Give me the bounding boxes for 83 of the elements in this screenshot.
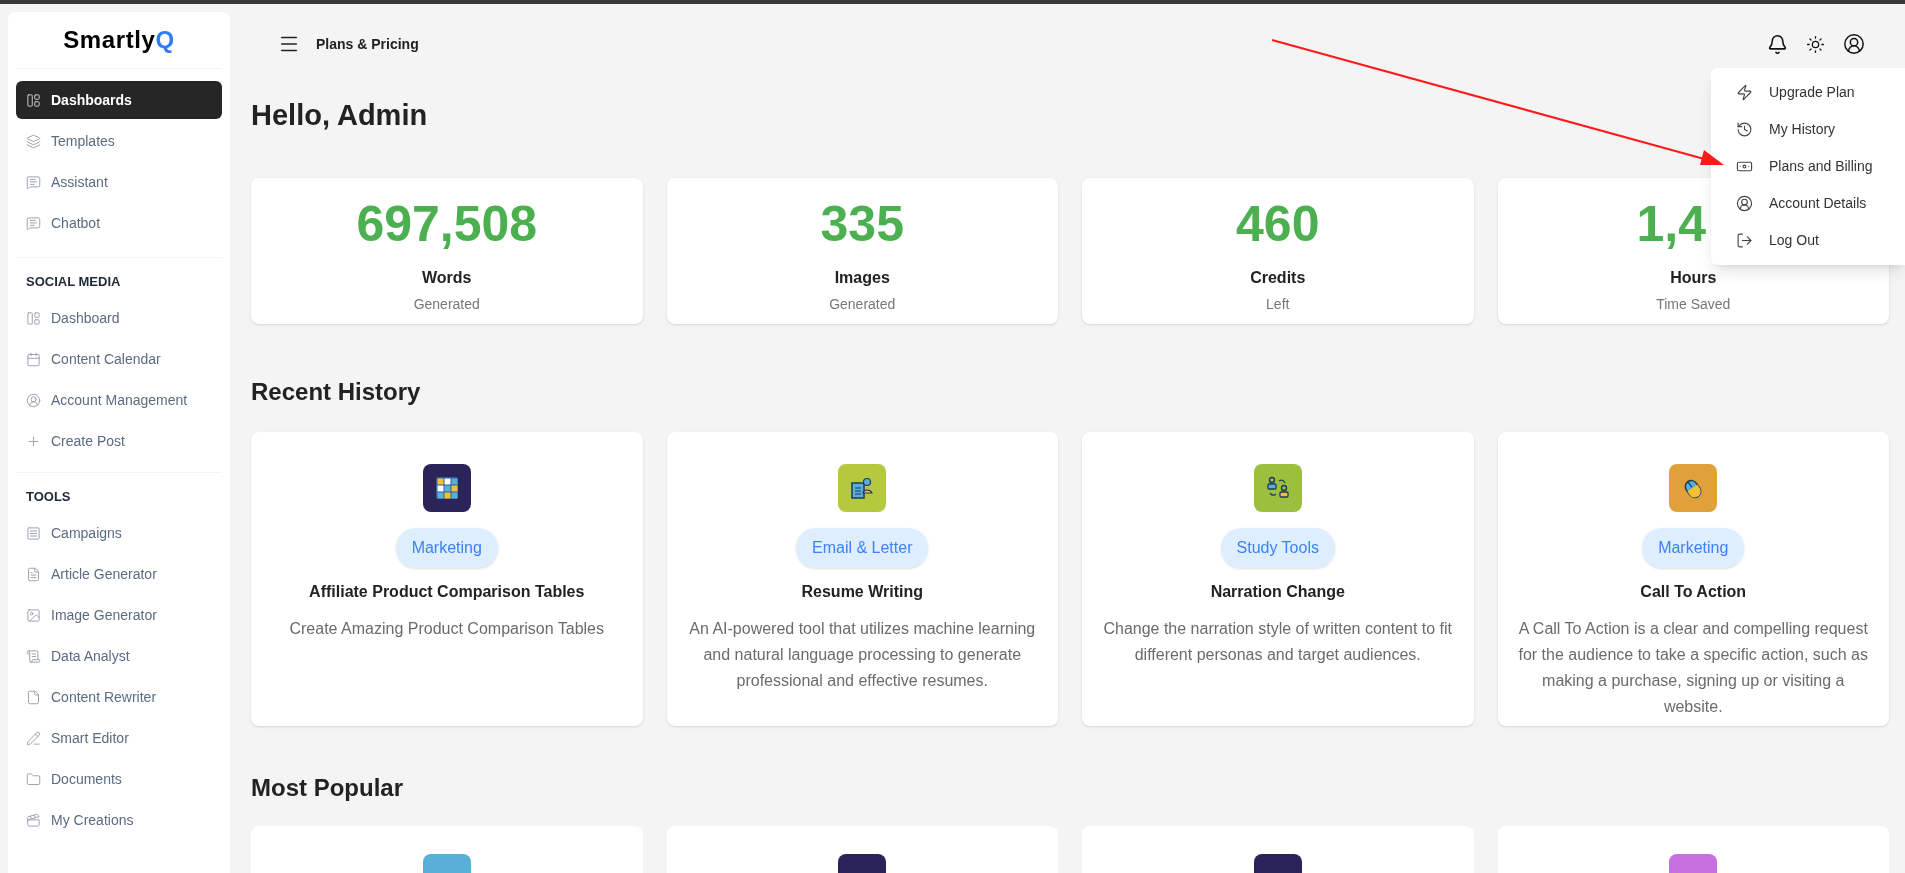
sidebar-item[interactable]: Create Post <box>16 422 222 461</box>
category-tag[interactable]: Marketing <box>1642 527 1745 568</box>
stat-label: Hours <box>1670 267 1717 288</box>
layout-icon <box>26 92 41 108</box>
template-card[interactable] <box>666 825 1058 873</box>
layers-icon <box>26 133 41 149</box>
stat-label: Credits <box>1250 267 1306 288</box>
template-card[interactable]: Marketing Affiliate Product Comparison Tables Create Amazing Product Comparison Tables <box>251 431 643 726</box>
category-tag[interactable]: Study Tools <box>1220 527 1335 568</box>
sidebar-item[interactable]: Content Calendar <box>16 340 222 379</box>
stat-label: Images <box>834 267 890 288</box>
stat-caption: Time Saved <box>1656 294 1731 314</box>
history-icon <box>1736 121 1753 138</box>
template-title: Affiliate Product Comparison Tables <box>309 581 585 602</box>
sidebar-item[interactable]: Templates <box>16 122 222 160</box>
layout-icon <box>26 311 41 326</box>
theme-icon[interactable] <box>1806 34 1825 54</box>
menu-item[interactable]: Plans and Billing <box>1711 148 1905 185</box>
section-heading: SOCIAL MEDIA <box>25 273 122 291</box>
template-description: An AI-powered tool that utilizes machine learning and natural language processing to generate professional and effective resumes. <box>688 618 1037 691</box>
template-title: Resume Writing <box>801 581 923 602</box>
sidebar-item[interactable]: Content Rewriter <box>16 678 222 716</box>
template-description: Change the narration style of written content to fit different personas and target audiences. <box>1102 618 1454 665</box>
sidebar-item[interactable]: Documents <box>16 760 222 798</box>
stat-caption: Left <box>1266 294 1290 314</box>
logo[interactable]: SmartlyQ <box>63 22 175 58</box>
template-title: Call To Action <box>1640 581 1747 602</box>
greeting: Hello, Admin <box>251 98 428 133</box>
user-icon[interactable] <box>1843 33 1865 55</box>
template-title: Narration Change <box>1210 581 1345 602</box>
template-card[interactable]: Study Tools Narration Change Change the narration style of written content to fit different personas and target audiences. <box>1082 431 1474 726</box>
sidebar-item[interactable]: Chatbot <box>16 204 222 242</box>
scroll-icon <box>26 648 41 664</box>
sidebar-item[interactable]: Smart Editor <box>16 719 222 757</box>
category-tag[interactable]: Email & Letter <box>796 527 929 568</box>
people-icon <box>1264 474 1291 501</box>
menu-item[interactable]: Upgrade Plan <box>1711 74 1905 111</box>
section-title: Most Popular <box>251 772 403 803</box>
stat-caption: Generated <box>413 294 480 314</box>
chat-icon <box>26 174 41 190</box>
sidebar-item[interactable]: Assistant <box>16 163 222 201</box>
sidebar-item[interactable]: Campaigns <box>16 514 222 552</box>
logout-icon <box>1736 232 1753 249</box>
stat-value: 460 <box>1236 195 1320 252</box>
document-icon <box>26 566 41 582</box>
user-icon <box>1736 195 1753 212</box>
sidebar-item[interactable]: Dashboard <box>16 299 222 338</box>
category-tag[interactable]: Marketing <box>395 527 498 568</box>
list-icon <box>26 525 41 541</box>
template-description: A Call To Action is a clear and compelling request for the audience to take a specific action, such as making a purchase, signing up or visiting a website. <box>1517 618 1869 717</box>
stat-value: 335 <box>820 195 904 252</box>
sidebar-item[interactable]: Article Generator <box>16 555 222 593</box>
page-title: Plans & Pricing <box>316 34 419 54</box>
template-card[interactable]: Marketing Call To Action A Call To Action is a clear and compelling request for the audience to take a specific action, such as making a purchase, signing up or visiting a website. <box>1497 431 1889 726</box>
sidebar-item[interactable]: Dashboards <box>16 81 222 119</box>
sidebar-item[interactable]: Account Management <box>16 381 222 420</box>
grid-icon <box>433 474 460 501</box>
notification-icon[interactable] <box>1767 33 1788 55</box>
sidebar-item[interactable]: My Creations <box>16 801 222 839</box>
menu-item[interactable]: Account Details <box>1711 185 1905 222</box>
user-icon <box>26 393 41 408</box>
image-icon <box>26 607 41 623</box>
stat-value: 1,4 <box>1636 195 1706 252</box>
chat-icon <box>26 215 41 231</box>
menu-item[interactable]: Log Out <box>1711 222 1905 259</box>
folder-icon <box>26 771 41 787</box>
clapperboard-icon <box>26 812 41 828</box>
section-title: Recent History <box>251 376 421 407</box>
stat-caption: Generated <box>829 294 896 314</box>
stat-label: Words <box>422 267 472 288</box>
lightning-icon <box>1736 84 1753 101</box>
stat-value: 697,508 <box>356 195 538 252</box>
template-description: Create Amazing Product Comparison Tables <box>289 618 604 639</box>
section-heading: TOOLS <box>25 487 72 506</box>
menu-item[interactable]: My History <box>1711 111 1905 148</box>
edit-icon <box>26 730 41 746</box>
calendar-icon <box>26 352 41 367</box>
sidebar-item[interactable]: Data Analyst <box>16 637 222 675</box>
document-icon <box>26 689 41 705</box>
plus-icon <box>26 434 41 449</box>
template-card[interactable]: Email & Letter Resume Writing An AI-powered tool that utilizes machine learning and natural language processing to generate professional and effective resumes. <box>666 431 1058 726</box>
template-card[interactable] <box>1082 825 1474 873</box>
sidebar-item[interactable]: Image Generator <box>16 596 222 634</box>
